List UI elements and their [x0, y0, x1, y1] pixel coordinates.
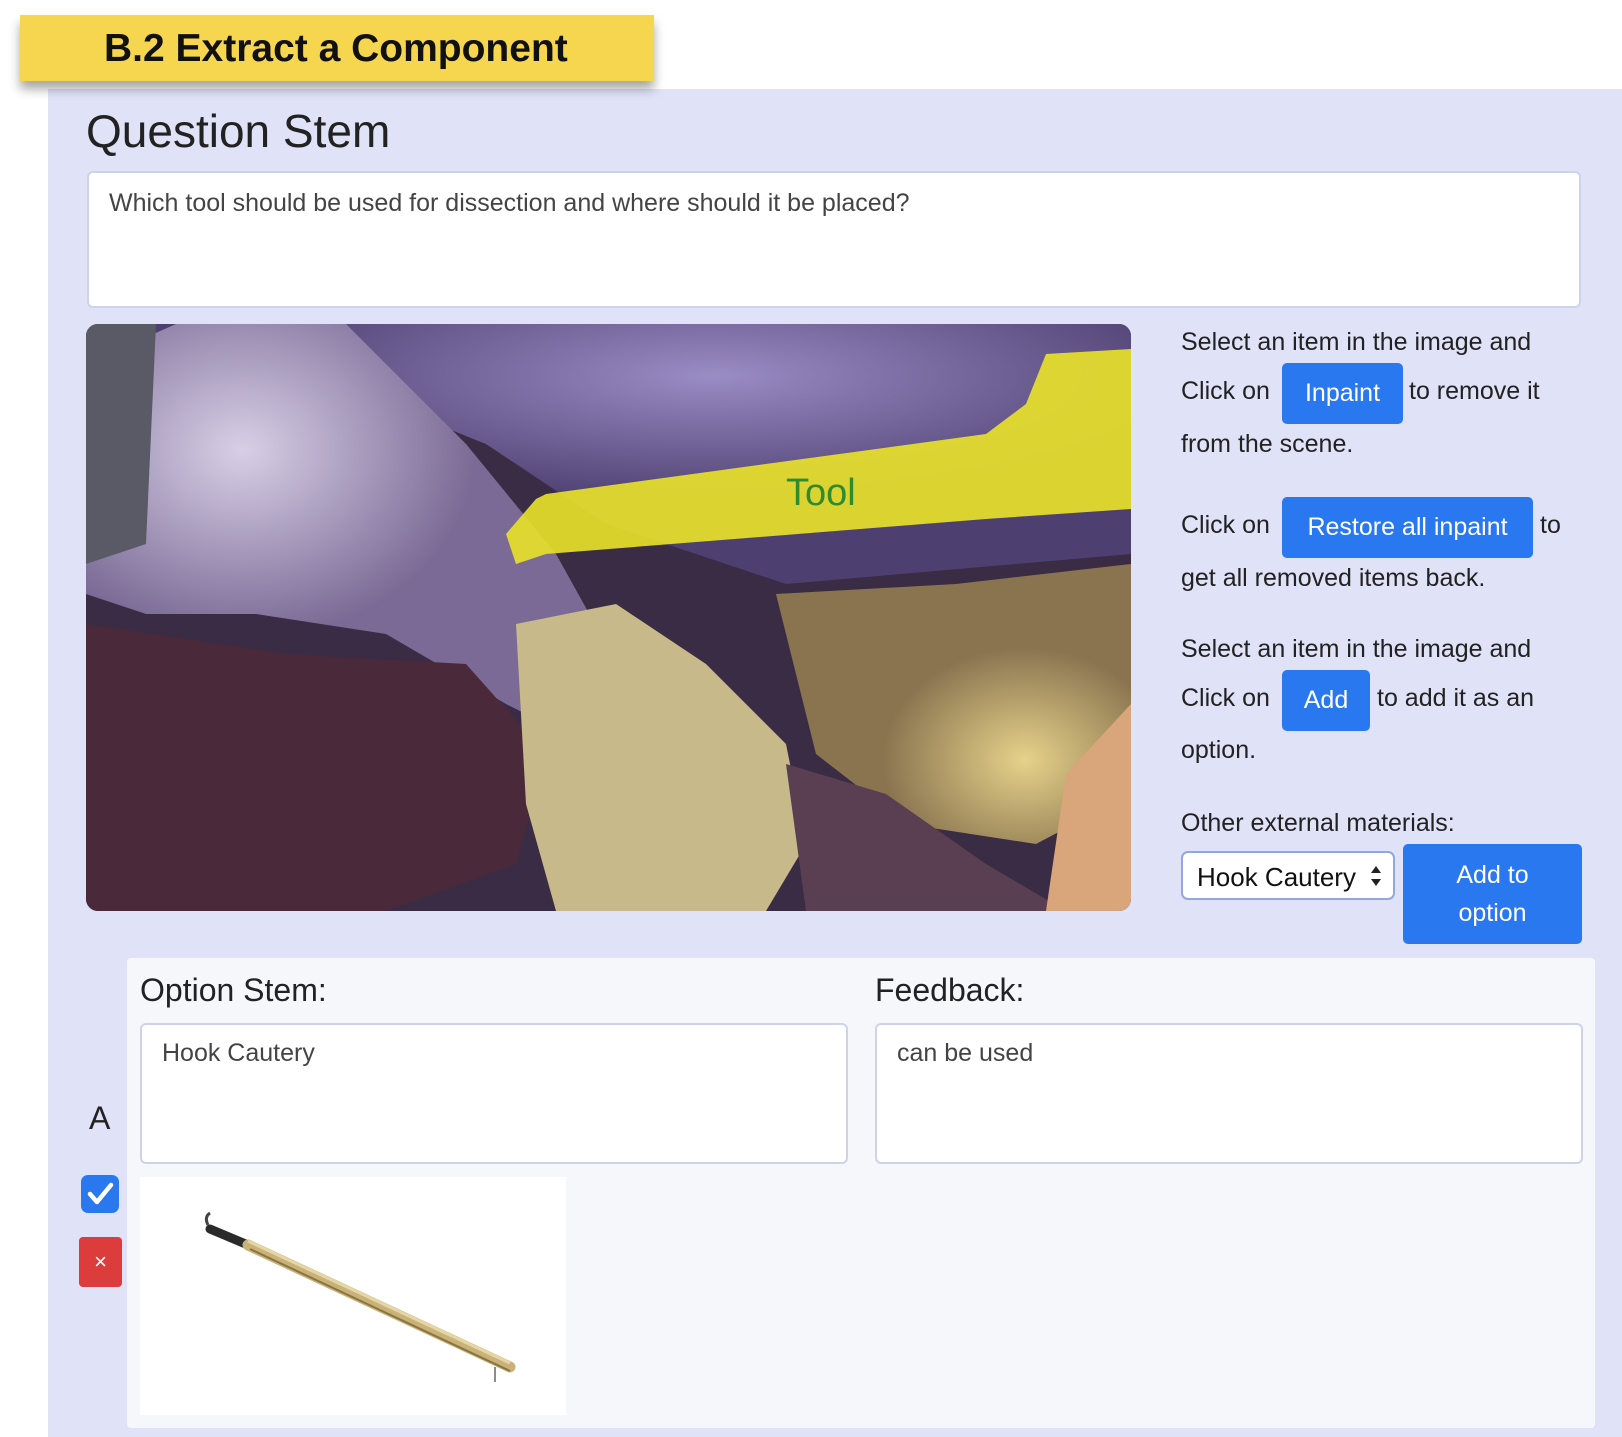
feedback-input[interactable]: can be used	[875, 1023, 1583, 1164]
instruction-text: option.	[1181, 736, 1257, 764]
instruction-text: get all removed items back.	[1181, 564, 1486, 592]
correct-answer-checkbox[interactable]	[81, 1175, 119, 1213]
close-icon: ×	[94, 1249, 107, 1274]
delete-option-button[interactable]: ×	[79, 1237, 122, 1287]
question-stem-heading: Question Stem	[86, 105, 391, 157]
add-to-option-label-line1: Add to	[1456, 861, 1529, 889]
instruction-text: to add it as an	[1377, 684, 1535, 712]
instruction-text: Select an item in the image and	[1181, 328, 1532, 356]
instruction-text: Click on	[1181, 684, 1270, 712]
restore-all-inpaint-button[interactable]: Restore all inpaint	[1282, 497, 1533, 558]
add-to-option-button[interactable]: Add to option	[1403, 844, 1582, 944]
question-stem-input[interactable]: Which tool should be used for dissection…	[87, 171, 1581, 308]
checkmark-icon	[87, 1182, 114, 1205]
option-stem-input[interactable]: Hook Cautery	[140, 1023, 848, 1164]
option-stem-label: Option Stem:	[140, 972, 327, 1008]
add-to-option-label-line2: option	[1458, 899, 1527, 927]
external-materials-label: Other external materials:	[1181, 809, 1455, 837]
instruction-text: Click on	[1181, 511, 1270, 539]
instruction-text: Select an item in the image and	[1181, 635, 1532, 663]
add-button[interactable]: Add	[1282, 670, 1370, 731]
instruction-text: to	[1540, 511, 1561, 539]
hook-cautery-image	[140, 1177, 566, 1415]
feedback-label: Feedback:	[875, 972, 1025, 1008]
select-arrows-icon	[1371, 866, 1381, 886]
surgical-scene-image[interactable]: Tool	[86, 324, 1131, 911]
inpaint-button[interactable]: Inpaint	[1282, 363, 1403, 424]
scene-left-instrument	[86, 324, 156, 564]
instruction-text: from the scene.	[1181, 430, 1354, 458]
tool-mask-label: Tool	[786, 472, 856, 514]
instruction-text: Click on	[1181, 377, 1270, 405]
section-title: B.2 Extract a Component	[104, 27, 568, 70]
option-letter: A	[89, 1100, 111, 1136]
section-title-banner: B.2 Extract a Component	[20, 15, 654, 81]
instruction-text: to remove it	[1409, 377, 1540, 405]
external-materials-value: Hook Cautery	[1197, 862, 1356, 892]
external-materials-select[interactable]: Hook Cautery	[1181, 851, 1395, 900]
